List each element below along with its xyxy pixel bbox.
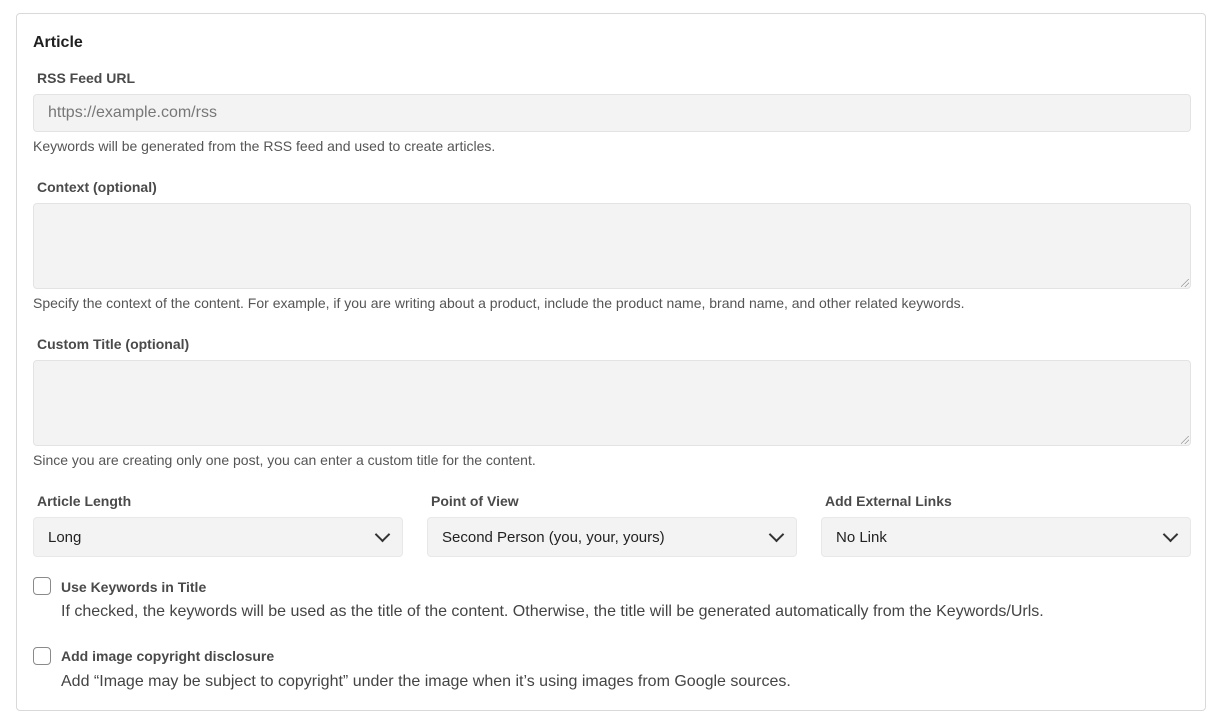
image-copyright-description: Add “Image may be subject to copyright” … xyxy=(61,673,791,690)
image-copyright-label[interactable]: Add image copyright disclosure xyxy=(61,648,274,664)
external-links-label: Add External Links xyxy=(825,493,952,509)
chevron-down-icon xyxy=(1162,526,1179,543)
article-card: Article RSS Feed URL Keywords will be ge… xyxy=(16,13,1206,711)
article-length-select[interactable]: Long xyxy=(33,517,403,557)
context-textarea-wrap xyxy=(33,203,1191,289)
custom-title-textarea-wrap xyxy=(33,360,1191,446)
context-textarea[interactable] xyxy=(33,203,1191,289)
use-keywords-label[interactable]: Use Keywords in Title xyxy=(61,579,206,595)
point-of-view-value: Second Person (you, your, yours) xyxy=(442,528,665,546)
point-of-view-label: Point of View xyxy=(431,493,519,509)
image-copyright-checkbox[interactable] xyxy=(33,647,51,665)
context-help: Specify the context of the content. For … xyxy=(33,295,965,311)
point-of-view-select[interactable]: Second Person (you, your, yours) xyxy=(427,517,797,557)
custom-title-label: Custom Title (optional) xyxy=(37,336,190,352)
rss-feed-help: Keywords will be generated from the RSS … xyxy=(33,138,496,154)
resize-grip-icon[interactable] xyxy=(1181,436,1189,444)
custom-title-help: Since you are creating only one post, yo… xyxy=(33,452,536,468)
external-links-value: No Link xyxy=(836,528,887,546)
article-length-label: Article Length xyxy=(37,493,132,509)
rss-feed-label: RSS Feed URL xyxy=(37,70,136,86)
section-title: Article xyxy=(33,34,83,51)
rss-feed-input[interactable] xyxy=(33,94,1191,132)
context-label: Context (optional) xyxy=(37,179,157,195)
chevron-down-icon xyxy=(768,526,785,543)
resize-grip-icon[interactable] xyxy=(1181,279,1189,287)
use-keywords-checkbox[interactable] xyxy=(33,577,51,595)
article-length-value: Long xyxy=(48,528,82,546)
use-keywords-description: If checked, the keywords will be used as… xyxy=(61,603,1044,620)
external-links-select[interactable]: No Link xyxy=(821,517,1191,557)
chevron-down-icon xyxy=(374,526,391,543)
custom-title-textarea[interactable] xyxy=(33,360,1191,446)
